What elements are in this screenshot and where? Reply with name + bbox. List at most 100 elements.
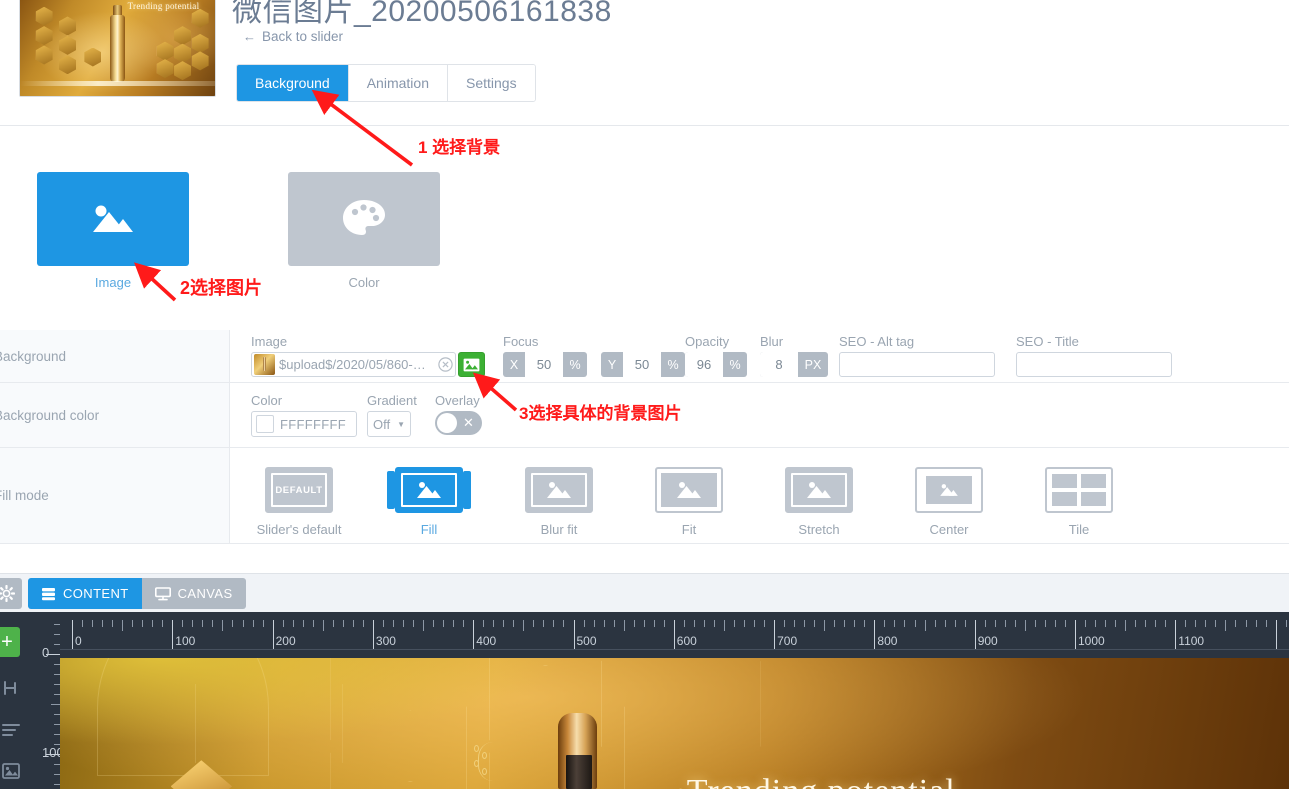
fill-mode-tile[interactable]: Tile xyxy=(1019,467,1139,537)
fill-mode-center[interactable]: Center xyxy=(889,467,1009,537)
color-hex-value[interactable]: FFFFFFFF xyxy=(274,417,352,432)
opacity-value[interactable]: 96 xyxy=(685,352,723,377)
align-horizontal-icon[interactable] xyxy=(0,677,22,699)
ruler-tick xyxy=(433,620,435,627)
color-type-label: Color xyxy=(348,275,380,290)
ruler-tick xyxy=(182,620,184,627)
ruler-tick xyxy=(553,620,555,627)
opacity-label: Opacity xyxy=(685,334,730,349)
ruler-tick xyxy=(563,620,565,627)
ruler-tick xyxy=(1054,620,1056,627)
ruler-tick xyxy=(372,620,374,649)
ruler-tick xyxy=(302,620,304,627)
fill-mode-stretch[interactable]: Stretch xyxy=(759,467,879,537)
ruler-tick xyxy=(392,620,394,627)
fill-box-icon xyxy=(387,467,471,513)
list-lines-icon[interactable] xyxy=(0,719,22,741)
blur-value[interactable]: 8 xyxy=(760,352,798,377)
background-type-color[interactable]: Color xyxy=(288,172,440,290)
gear-icon[interactable] xyxy=(0,578,22,609)
back-to-slider-link[interactable]: ← Back to slider xyxy=(243,29,343,44)
fill-mode-sliders-default[interactable]: DEFAULT Slider's default xyxy=(239,467,359,537)
color-input[interactable]: FFFFFFFF xyxy=(251,411,357,437)
image-picker-icon[interactable] xyxy=(458,352,485,377)
section-tabs: Background Animation Settings xyxy=(236,64,536,102)
canvas-slide-preview[interactable]: Trending potential xyxy=(60,658,1289,789)
ruler-tick xyxy=(82,620,84,627)
ruler-label: 700 xyxy=(777,634,798,648)
ruler-tick xyxy=(1215,620,1217,627)
ruler-tick xyxy=(1175,620,1177,649)
picture-icon xyxy=(940,484,958,496)
ruler-label: 900 xyxy=(977,634,998,648)
ruler-tick xyxy=(1014,620,1016,627)
ruler-tick xyxy=(573,620,575,649)
canvas-icon xyxy=(154,586,171,600)
seo-title-input[interactable] xyxy=(1016,352,1172,377)
opacity-group: Opacity 96 % xyxy=(685,334,747,377)
ruler-tick xyxy=(623,620,625,631)
ruler-tick xyxy=(954,620,956,627)
ruler-tick xyxy=(703,620,705,627)
ruler-tick xyxy=(924,620,926,631)
ruler-tick xyxy=(543,620,545,627)
ruler-tick xyxy=(54,623,60,625)
background-type-image[interactable]: Image xyxy=(37,172,189,290)
ruler-tick xyxy=(653,620,655,627)
image-layer-icon[interactable] xyxy=(0,760,22,782)
overlay-group: Overlay ✕ xyxy=(435,393,482,435)
color-group: Color FFFFFFFF xyxy=(251,393,357,437)
gradient-select[interactable]: Off ▼ xyxy=(367,411,411,437)
back-to-slider-label: Back to slider xyxy=(262,29,344,44)
slide-thumbnail[interactable]: Trending potential xyxy=(19,0,216,97)
add-layer-button[interactable]: + xyxy=(0,627,20,657)
ruler-tick xyxy=(854,620,856,627)
canvas-left-toolbar: + xyxy=(0,612,28,789)
focus-y-value[interactable]: 50 xyxy=(623,352,661,377)
image-type-box xyxy=(37,172,189,266)
tab-settings[interactable]: Settings xyxy=(447,65,535,101)
focus-x-input[interactable]: X 50 % xyxy=(503,352,587,377)
color-swatch[interactable] xyxy=(256,415,274,433)
fill-mode-fill[interactable]: Fill xyxy=(369,467,489,537)
fill-mode-fit[interactable]: Fit xyxy=(629,467,749,537)
ruler-tick xyxy=(1185,620,1187,627)
ruler-tick xyxy=(252,620,254,627)
vertical-ruler[interactable]: 0 100 xyxy=(28,620,60,789)
tab-background[interactable]: Background xyxy=(237,65,349,101)
focus-y-input[interactable]: Y 50 % xyxy=(601,352,685,377)
ruler-tick xyxy=(733,620,735,627)
blur-group: Blur 8 PX xyxy=(760,334,828,377)
opacity-input[interactable]: 96 % xyxy=(685,352,747,377)
tab-canvas[interactable]: CANVAS xyxy=(141,578,246,609)
tab-content[interactable]: CONTENT xyxy=(28,578,142,609)
ruler-tick xyxy=(1255,620,1257,627)
overlay-toggle[interactable]: ✕ xyxy=(435,411,482,435)
clear-circle-icon[interactable] xyxy=(435,357,455,372)
ruler-tick xyxy=(673,620,675,649)
ruler-tick xyxy=(473,620,475,649)
ruler-tick xyxy=(413,620,415,627)
fill-mode-blur-fit[interactable]: Blur fit xyxy=(499,467,619,537)
ruler-tick xyxy=(643,620,645,627)
horizontal-ruler[interactable]: 0 100 200 300 400 500 600 700 800 900 1000 1100 xyxy=(60,620,1289,650)
row-background-color-body: Color FFFFFFFF Gradient Off ▼ Overlay ✕ xyxy=(230,383,1289,447)
row-background: Background Image $upload$/2020/05/860-… xyxy=(0,330,1289,383)
blur-input[interactable]: 8 PX xyxy=(760,352,828,377)
tab-animation[interactable]: Animation xyxy=(348,65,448,101)
annotation-3: 3选择具体的背景图片 xyxy=(519,404,682,423)
image-path-input[interactable]: $upload$/2020/05/860-… xyxy=(251,352,456,377)
default-badge: DEFAULT xyxy=(275,484,323,496)
ruler-tick xyxy=(1095,620,1097,627)
editor-toolbar: CONTENT CANVAS xyxy=(0,573,1289,612)
ruler-tick xyxy=(904,620,906,627)
seo-title-label: SEO - Title xyxy=(1016,334,1079,349)
focus-x-value[interactable]: 50 xyxy=(525,352,563,377)
ruler-tick xyxy=(222,620,224,631)
ruler-label: 200 xyxy=(275,634,296,648)
seo-alt-input[interactable] xyxy=(839,352,995,377)
ruler-tick xyxy=(1024,620,1026,631)
ruler-tick xyxy=(683,620,685,627)
chevron-down-icon: ▼ xyxy=(397,419,405,429)
ruler-tick xyxy=(1004,620,1006,627)
